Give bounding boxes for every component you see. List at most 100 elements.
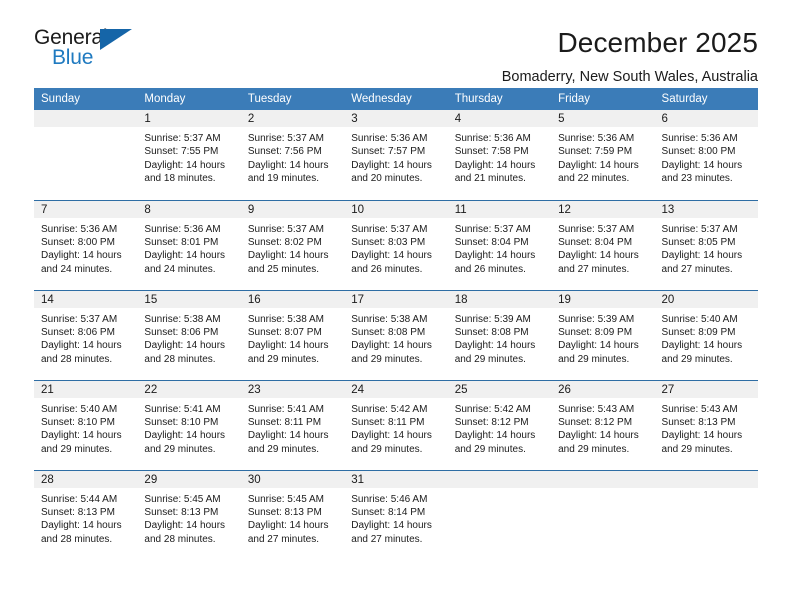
sunset-text: Sunset: 8:10 PM [41, 416, 115, 428]
sunrise-text: Sunrise: 5:37 AM [454, 223, 531, 235]
sunset-text: Sunset: 8:08 PM [351, 326, 426, 338]
daylight-text-line1: Daylight: 14 hours [558, 340, 639, 352]
day-number: 14 [34, 290, 138, 308]
sunset-text: Sunset: 8:04 PM [558, 236, 633, 248]
sunset-text: Sunset: 8:04 PM [454, 236, 529, 248]
day-details [448, 488, 551, 493]
daylight-text-line2: and 29 minutes. [247, 443, 320, 455]
day-cell[interactable]: 31 Sunrise: 5:46 AM Sunset: 8:14 PM Dayligh… [344, 469, 448, 560]
day-details: Sunrise: 5:40 AM Sunset: 8:10 PM Daylight:… [34, 398, 137, 457]
day-cell[interactable]: 30 Sunrise: 5:45 AM Sunset: 8:13 PM Dayligh… [240, 469, 345, 560]
day-cell[interactable]: 27 Sunrise: 5:43 AM Sunset: 8:13 PM Dayligh… [654, 379, 758, 470]
calendar-week-row: 14 Sunrise: 5:37 AM Sunset: 8:06 PM Dayligh… [34, 289, 758, 380]
day-cell[interactable]: 2 Sunrise: 5:37 AM Sunset: 7:56 PM Daylight… [240, 110, 345, 200]
day-number: 18 [447, 290, 552, 308]
sunset-text: Sunset: 7:59 PM [558, 146, 633, 158]
day-cell[interactable]: 11 Sunrise: 5:37 AM Sunset: 8:04 PM Dayligh… [447, 199, 552, 290]
day-cell[interactable]: 21 Sunrise: 5:40 AM Sunset: 8:10 PM Dayligh… [34, 379, 138, 470]
day-details: Sunrise: 5:36 AM Sunset: 7:59 PM Daylight:… [551, 127, 654, 186]
weekday-header-2: Tuesday [240, 88, 345, 110]
calendar-body: 1 Sunrise: 5:37 AM Sunset: 7:55 PM Daylight… [34, 110, 758, 560]
day-cell[interactable]: 23 Sunrise: 5:41 AM Sunset: 8:11 PM Dayligh… [240, 379, 345, 470]
day-cell[interactable]: 14 Sunrise: 5:37 AM Sunset: 8:06 PM Dayligh… [34, 289, 138, 380]
daylight-text-line1: Daylight: 14 hours [454, 430, 536, 442]
day-cell[interactable]: 4 Sunrise: 5:36 AM Sunset: 7:58 PM Daylight… [447, 110, 552, 200]
day-cell[interactable]: 6 Sunrise: 5:36 AM Sunset: 8:00 PM Daylight… [654, 110, 758, 200]
sunset-text: Sunset: 7:57 PM [351, 146, 426, 158]
sunset-text: Sunset: 8:00 PM [661, 146, 736, 158]
day-details [551, 488, 654, 493]
day-cell[interactable]: 3 Sunrise: 5:36 AM Sunset: 7:57 PM Daylight… [344, 110, 448, 200]
day-cell[interactable]: 16 Sunrise: 5:38 AM Sunset: 8:07 PM Dayligh… [240, 289, 345, 380]
page-header: General Blue December 2025 Bomaderry, Ne… [0, 0, 792, 85]
daylight-text-line2: and 27 minutes. [351, 533, 423, 545]
day-number: 22 [137, 380, 241, 398]
day-cell[interactable]: 12 Sunrise: 5:37 AM Sunset: 8:04 PM Dayligh… [551, 199, 655, 290]
day-cell-empty [551, 469, 655, 560]
day-number: 30 [240, 470, 345, 488]
day-cell[interactable]: 13 Sunrise: 5:37 AM Sunset: 8:05 PM Dayligh… [654, 199, 758, 290]
daylight-text-line1: Daylight: 14 hours [558, 250, 639, 262]
day-cell[interactable]: 22 Sunrise: 5:41 AM Sunset: 8:10 PM Dayligh… [137, 379, 241, 470]
sunrise-text: Sunrise: 5:43 AM [558, 403, 635, 415]
day-cell[interactable]: 17 Sunrise: 5:38 AM Sunset: 8:08 PM Dayligh… [344, 289, 448, 380]
day-cell[interactable]: 7 Sunrise: 5:36 AM Sunset: 8:00 PM Daylight… [34, 199, 138, 290]
daylight-text-line2: and 19 minutes. [247, 173, 320, 185]
sunrise-text: Sunrise: 5:36 AM [351, 133, 428, 144]
day-number: 23 [240, 380, 345, 398]
daylight-text-line2: and 29 minutes. [351, 443, 423, 455]
day-cell[interactable]: 26 Sunrise: 5:43 AM Sunset: 8:12 PM Dayligh… [551, 379, 655, 470]
sunset-text: Sunset: 8:01 PM [144, 236, 219, 248]
sunrise-text: Sunrise: 5:43 AM [661, 403, 738, 415]
daylight-text-line1: Daylight: 14 hours [661, 340, 743, 352]
day-cell[interactable]: 25 Sunrise: 5:42 AM Sunset: 8:12 PM Dayligh… [447, 379, 552, 470]
general-blue-logo[interactable]: General Blue [34, 26, 142, 74]
day-details: Sunrise: 5:37 AM Sunset: 8:03 PM Daylight:… [344, 218, 447, 277]
day-number: 5 [551, 110, 655, 127]
day-number: 8 [137, 200, 241, 218]
daylight-text-line1: Daylight: 14 hours [454, 250, 536, 262]
day-cell[interactable]: 8 Sunrise: 5:36 AM Sunset: 8:01 PM Daylight… [137, 199, 241, 290]
day-cell[interactable]: 20 Sunrise: 5:40 AM Sunset: 8:09 PM Dayligh… [654, 289, 758, 380]
daylight-text-line2: and 18 minutes. [144, 173, 216, 185]
day-details: Sunrise: 5:36 AM Sunset: 8:00 PM Daylight:… [655, 127, 758, 186]
day-cell[interactable]: 9 Sunrise: 5:37 AM Sunset: 8:02 PM Daylight… [240, 199, 345, 290]
day-details: Sunrise: 5:44 AM Sunset: 8:13 PM Daylight:… [34, 488, 137, 547]
sunrise-text: Sunrise: 5:37 AM [558, 223, 635, 235]
day-number: 13 [654, 200, 758, 218]
sunset-text: Sunset: 8:11 PM [247, 416, 322, 428]
sunrise-text: Sunrise: 5:44 AM [41, 493, 118, 505]
day-number: 29 [137, 470, 241, 488]
day-details: Sunrise: 5:42 AM Sunset: 8:12 PM Daylight:… [448, 398, 551, 457]
sunrise-text: Sunrise: 5:38 AM [247, 313, 324, 325]
day-number: 7 [34, 200, 138, 218]
day-number: 27 [654, 380, 758, 398]
day-cell[interactable]: 24 Sunrise: 5:42 AM Sunset: 8:11 PM Dayligh… [344, 379, 448, 470]
day-cell[interactable]: 15 Sunrise: 5:38 AM Sunset: 8:06 PM Dayligh… [137, 289, 241, 380]
day-cell[interactable]: 5 Sunrise: 5:36 AM Sunset: 7:59 PM Daylight… [551, 110, 655, 200]
sunset-text: Sunset: 8:12 PM [558, 416, 633, 428]
daylight-text-line2: and 29 minutes. [144, 443, 216, 455]
day-cell[interactable]: 1 Sunrise: 5:37 AM Sunset: 7:55 PM Daylight… [137, 110, 241, 200]
day-cell[interactable]: 18 Sunrise: 5:39 AM Sunset: 8:08 PM Dayligh… [447, 289, 552, 380]
day-cell[interactable]: 19 Sunrise: 5:39 AM Sunset: 8:09 PM Dayligh… [551, 289, 655, 380]
daylight-text-line2: and 27 minutes. [661, 263, 733, 275]
day-number [654, 470, 758, 488]
calendar-week-row: 7 Sunrise: 5:36 AM Sunset: 8:00 PM Daylight… [34, 199, 758, 290]
daylight-text-line2: and 29 minutes. [661, 353, 733, 365]
sunrise-text: Sunrise: 5:39 AM [558, 313, 635, 325]
sunrise-text: Sunrise: 5:36 AM [661, 133, 738, 144]
daylight-text-line2: and 29 minutes. [661, 443, 733, 455]
day-details: Sunrise: 5:41 AM Sunset: 8:10 PM Daylight:… [137, 398, 240, 457]
daylight-text-line1: Daylight: 14 hours [661, 159, 743, 171]
daylight-text-line1: Daylight: 14 hours [247, 430, 329, 442]
day-details [655, 488, 758, 493]
day-details: Sunrise: 5:42 AM Sunset: 8:11 PM Daylight:… [344, 398, 447, 457]
day-cell[interactable]: 10 Sunrise: 5:37 AM Sunset: 8:03 PM Dayligh… [344, 199, 448, 290]
month-calendar: Sunday Monday Tuesday Wednesday Thursday Frid… [34, 88, 758, 560]
day-cell[interactable]: 28 Sunrise: 5:44 AM Sunset: 8:13 PM Dayligh… [34, 469, 138, 560]
sunset-text: Sunset: 8:13 PM [661, 416, 736, 428]
day-cell[interactable]: 29 Sunrise: 5:45 AM Sunset: 8:13 PM Dayligh… [137, 469, 241, 560]
sunrise-text: Sunrise: 5:45 AM [247, 493, 324, 505]
calendar-week-row: 1 Sunrise: 5:37 AM Sunset: 7:55 PM Daylight… [34, 110, 758, 200]
